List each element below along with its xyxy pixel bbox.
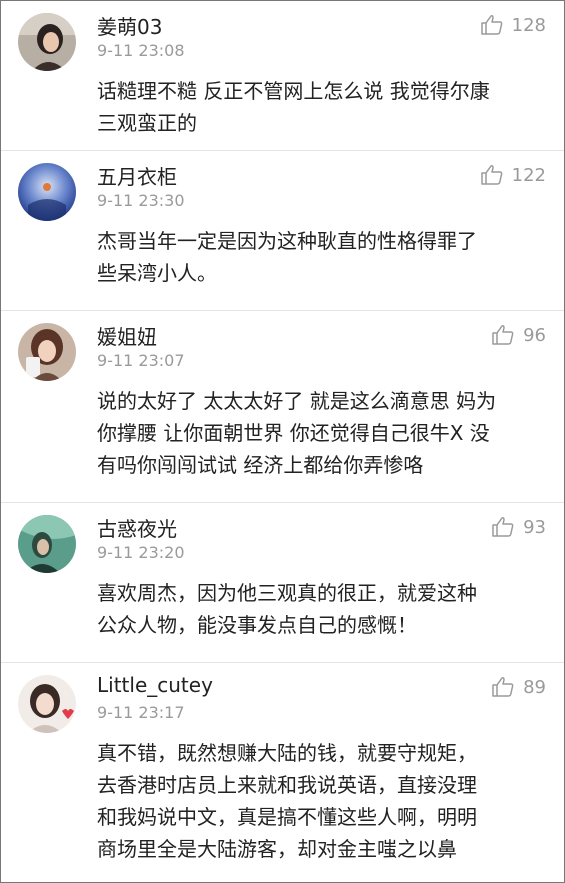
like-count: 122: [511, 164, 546, 186]
avatar-photo-icon: [18, 675, 76, 733]
comment-text: 话糙理不糙 反正不管网上怎么说 我觉得尔康 三观蛮正的: [97, 75, 550, 139]
commenter-name[interactable]: 媛姐妞: [97, 321, 157, 350]
thumbs-up-icon: [492, 325, 514, 345]
avatar-photo-icon: [18, 13, 76, 71]
comment-line: 你撑腰 让你面朝世界 你还觉得自己很牛X 没: [97, 421, 490, 445]
like-button[interactable]: 122: [480, 163, 546, 187]
thumbs-up-icon: [480, 165, 502, 185]
comment-time: 9-11 23:08: [97, 41, 185, 60]
comment-line: 杰哥当年一定是因为这种耿直的性格得罪了: [97, 229, 477, 253]
like-button[interactable]: 128: [480, 13, 546, 37]
comment-time: 9-11 23:20: [97, 543, 185, 562]
commenter-name[interactable]: 五月衣柜: [97, 161, 177, 190]
like-count: 128: [511, 14, 546, 36]
like-button[interactable]: 93: [491, 515, 546, 539]
commenter-name[interactable]: Little_cutey: [97, 673, 213, 697]
comment-line: 去香港时店员上来就和我说英语，直接没理: [97, 773, 477, 797]
comment-item: Little_cutey 9-11 23:17 89 真不错，既然想赚大陆的钱，…: [1, 663, 564, 882]
comment-line: 和我妈说中文，真是搞不懂这些人啊，明明: [97, 805, 477, 829]
comment-line: 三观蛮正的: [97, 111, 197, 135]
comment-line: 真不错，既然想赚大陆的钱，就要守规矩，: [97, 741, 477, 765]
thumbs-up-icon: [492, 517, 514, 537]
comment-time: 9-11 23:17: [97, 703, 185, 722]
comment-item: 媛姐妞 9-11 23:07 96 说的太好了 太太太好了 就是这么滴意思 妈为…: [1, 311, 564, 503]
comment-line: 喜欢周杰，因为他三观真的很正，就爱这种: [97, 581, 477, 605]
avatar[interactable]: [18, 515, 76, 573]
like-count: 93: [523, 516, 546, 538]
comment-line: 公众人物，能没事发点自己的感慨！: [97, 613, 417, 637]
like-button[interactable]: 96: [491, 323, 546, 347]
comment-line: 有吗你闯闯试试 经济上都给你弄惨咯: [97, 453, 424, 477]
avatar[interactable]: [18, 675, 76, 733]
comment-line: 商场里全是大陆游客，却对金主嗤之以鼻: [97, 837, 457, 861]
comment-line: 话糙理不糙 反正不管网上怎么说 我觉得尔康: [97, 79, 490, 103]
comment-line: 些呆湾小人。: [97, 261, 217, 285]
thumbs-up-icon: [480, 15, 502, 35]
avatar[interactable]: [18, 163, 76, 221]
like-count: 89: [523, 676, 546, 698]
thumbs-up-icon: [492, 677, 514, 697]
comment-time: 9-11 23:30: [97, 191, 185, 210]
comment-line: 说的太好了 太太太好了 就是这么滴意思 妈为: [97, 389, 497, 413]
avatar-photo-icon: [18, 163, 76, 221]
comment-text: 说的太好了 太太太好了 就是这么滴意思 妈为 你撑腰 让你面朝世界 你还觉得自己…: [97, 385, 550, 481]
avatar[interactable]: [18, 13, 76, 71]
comment-item: 姜萌03 9-11 23:08 128 话糙理不糙 反正不管网上怎么说 我觉得尔…: [1, 1, 564, 151]
avatar[interactable]: [18, 323, 76, 381]
comment-item: 五月衣柜 9-11 23:30 122 杰哥当年一定是因为这种耿直的性格得罪了 …: [1, 151, 564, 311]
commenter-name[interactable]: 姜萌03: [97, 11, 162, 40]
avatar-photo-icon: [18, 515, 76, 573]
comment-time: 9-11 23:07: [97, 351, 185, 370]
like-button[interactable]: 89: [491, 675, 546, 699]
like-count: 96: [523, 324, 546, 346]
comment-text: 喜欢周杰，因为他三观真的很正，就爱这种 公众人物，能没事发点自己的感慨！: [97, 577, 550, 641]
comment-text: 真不错，既然想赚大陆的钱，就要守规矩， 去香港时店员上来就和我说英语，直接没理 …: [97, 737, 550, 865]
avatar-photo-icon: [18, 323, 76, 381]
comment-item: 古惑夜光 9-11 23:20 93 喜欢周杰，因为他三观真的很正，就爱这种 公…: [1, 503, 564, 663]
commenter-name[interactable]: 古惑夜光: [97, 513, 177, 542]
comment-list: 姜萌03 9-11 23:08 128 话糙理不糙 反正不管网上怎么说 我觉得尔…: [0, 0, 565, 883]
comment-text: 杰哥当年一定是因为这种耿直的性格得罪了 些呆湾小人。: [97, 225, 550, 289]
